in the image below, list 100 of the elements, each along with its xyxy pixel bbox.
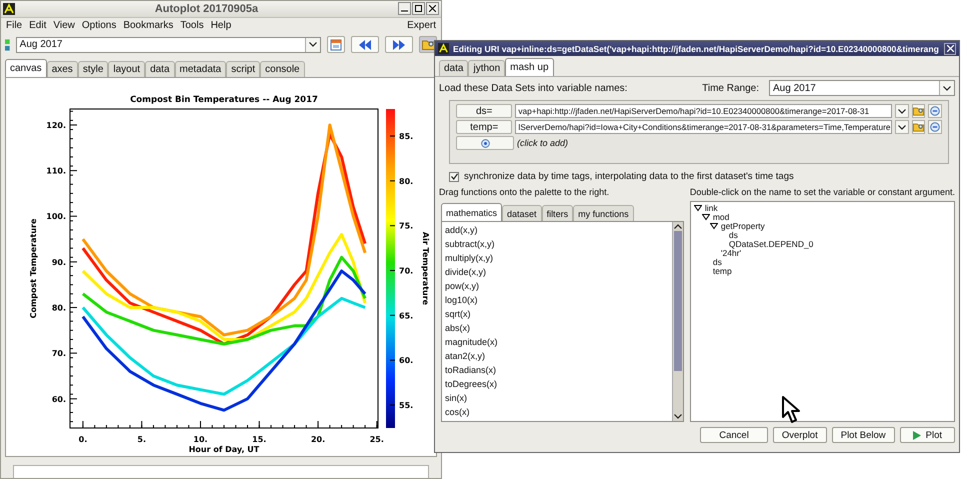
list-item[interactable]: log10(x) xyxy=(445,293,669,307)
app-logo-icon xyxy=(3,2,15,15)
add-hint: (click to add) xyxy=(517,138,568,148)
dropdown-caret-icon xyxy=(898,124,906,130)
colorbar-label: Air Temperature xyxy=(421,232,430,305)
menu-item[interactable]: View xyxy=(53,20,75,31)
tab[interactable]: jython xyxy=(468,60,506,76)
tab[interactable]: script xyxy=(226,60,260,77)
tab[interactable]: canvas xyxy=(5,58,47,77)
tree-item[interactable]: temp xyxy=(712,266,732,276)
tree-item[interactable]: mod xyxy=(712,212,730,222)
tab[interactable]: style xyxy=(78,60,108,77)
tab[interactable]: axes xyxy=(46,60,78,77)
dropdown-caret-icon xyxy=(898,108,906,114)
fast-forward-icon xyxy=(393,40,405,50)
previous-interval-button[interactable] xyxy=(350,36,379,54)
list-item[interactable]: toRadians(x) xyxy=(445,363,669,377)
tree-item[interactable]: getProperty xyxy=(720,220,765,230)
time-range-label: Time Range: xyxy=(702,82,759,94)
tab[interactable]: data xyxy=(145,60,175,77)
y-axis-label: Compost Temperature xyxy=(29,218,38,318)
x-tick-label: 25. xyxy=(370,434,384,444)
colorbar-tick-label: 70. xyxy=(399,266,414,276)
menu-item[interactable]: Edit xyxy=(29,20,46,31)
sync-checkbox[interactable] xyxy=(449,172,459,182)
menu-item[interactable]: Tools xyxy=(180,20,204,31)
calendar-button[interactable] xyxy=(326,36,345,54)
tab[interactable]: dataset xyxy=(502,205,542,221)
uri-input-field[interactable]: lServerDemo/hapi?id=Iowa+City+Conditions&timerange=2017-08-31&parameters=Time,Temperature xyxy=(515,120,892,134)
folder-icon xyxy=(913,122,924,132)
variable-name-button[interactable]: temp= xyxy=(456,120,512,134)
scrollbar[interactable] xyxy=(672,222,683,421)
dropdown-caret-icon xyxy=(308,42,317,48)
scrollbar-thumb[interactable] xyxy=(674,231,682,371)
tree-item[interactable]: ds xyxy=(728,230,738,240)
menu-item[interactable]: File xyxy=(6,20,22,31)
dialog-button[interactable]: Plot Below xyxy=(832,427,895,443)
list-item[interactable]: sin(x) xyxy=(445,391,669,405)
browse-button[interactable] xyxy=(912,120,926,134)
plus-circle-icon xyxy=(480,138,490,148)
dropdown-button[interactable] xyxy=(895,104,909,118)
list-item[interactable]: atan2(x,y) xyxy=(445,349,669,363)
tree-item[interactable]: ds xyxy=(712,256,722,266)
expand-triangle-icon[interactable] xyxy=(694,204,702,212)
tab[interactable]: data xyxy=(439,60,468,76)
list-item[interactable]: multiply(x,y) xyxy=(445,251,669,265)
expand-triangle-icon[interactable] xyxy=(702,212,710,220)
tab[interactable]: mash up xyxy=(505,58,554,76)
list-item[interactable]: abs(x) xyxy=(445,321,669,335)
y-tick-label: 100. xyxy=(46,212,66,221)
tree-item[interactable]: link xyxy=(704,202,718,212)
tree-item[interactable]: QDataSet.DEPEND_0 xyxy=(728,238,814,248)
list-item[interactable]: cos(x) xyxy=(445,405,669,419)
maximize-icon xyxy=(415,5,422,12)
list-item[interactable]: divide(x,y) xyxy=(445,265,669,279)
remove-button[interactable] xyxy=(928,120,942,134)
minus-circle-icon xyxy=(930,122,940,132)
menu-item[interactable]: Expert xyxy=(407,20,436,31)
colorbar-tick-label: 85. xyxy=(399,132,414,141)
dialog-button[interactable]: Overplot xyxy=(772,427,827,443)
close-button[interactable] xyxy=(944,42,956,54)
list-item[interactable]: add(x,y) xyxy=(445,223,669,237)
y-tick-label: 80. xyxy=(52,303,66,312)
close-icon xyxy=(429,5,436,12)
tree-item[interactable]: '24hr' xyxy=(720,248,742,258)
x-tick-label: 20. xyxy=(310,434,326,444)
next-interval-button[interactable] xyxy=(384,36,414,54)
rewind-icon xyxy=(358,40,371,50)
tab[interactable]: my functions xyxy=(573,205,634,221)
instruction-text: Double-click on the name to set the variable or constant argument. xyxy=(690,187,955,198)
menu-item[interactable]: Bookmarks xyxy=(123,20,174,31)
dropdown-button[interactable] xyxy=(895,120,909,134)
list-item[interactable]: sqrt(x) xyxy=(445,307,669,321)
remove-button[interactable] xyxy=(928,104,942,118)
time-range-combo-box[interactable]: Aug 2017 xyxy=(769,80,955,96)
list-item[interactable]: magnitude(x) xyxy=(445,335,669,349)
tab[interactable]: metadata xyxy=(174,60,226,77)
tab[interactable]: console xyxy=(260,60,305,77)
maximize-button[interactable] xyxy=(412,2,425,16)
menu-item[interactable]: Help xyxy=(210,20,232,31)
checkmark-icon xyxy=(450,173,458,180)
list-item[interactable]: toDegrees(x) xyxy=(445,377,669,391)
tab[interactable]: layout xyxy=(108,60,146,77)
dialog-button[interactable]: Cancel xyxy=(700,427,768,443)
list-item[interactable]: subtract(x,y) xyxy=(445,237,669,251)
browse-button[interactable] xyxy=(912,104,926,118)
tab[interactable]: filters xyxy=(542,205,574,221)
tab[interactable]: mathematics xyxy=(441,203,502,221)
add-button[interactable] xyxy=(456,136,514,150)
variable-name-button[interactable]: ds= xyxy=(456,104,512,118)
minimize-button[interactable] xyxy=(398,2,411,16)
uri-input-field[interactable]: vap+hapi:http://jfaden.net/HapiServerDemo/hapi?id=10.E02340000800&timerange=2017-08-31 xyxy=(515,104,892,118)
list-item[interactable]: pow(x,y) xyxy=(445,279,669,293)
uri-combo-box[interactable]: Aug 2017 xyxy=(16,36,321,53)
instruction-text: Drag functions onto the palette to the right. xyxy=(439,187,610,198)
menu-item[interactable]: Options xyxy=(82,20,116,31)
play-icon xyxy=(912,430,921,440)
close-button[interactable] xyxy=(426,2,439,16)
expand-triangle-icon[interactable] xyxy=(710,222,718,230)
plot-button[interactable]: Plot xyxy=(900,427,955,443)
